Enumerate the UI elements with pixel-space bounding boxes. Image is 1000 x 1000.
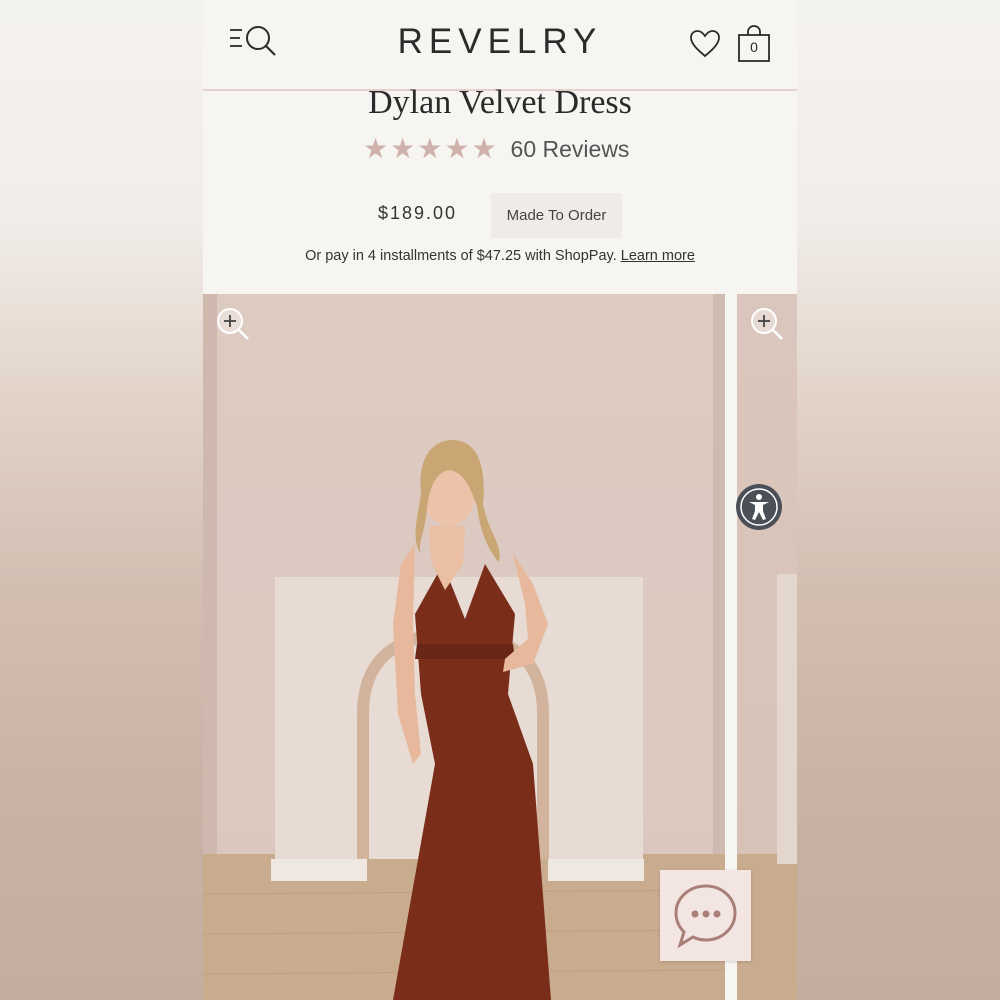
accessibility-button[interactable]	[736, 484, 782, 530]
rating-stars: ★ ★ ★ ★ ★	[363, 135, 497, 163]
brand-logo[interactable]: REVELRY	[343, 22, 657, 62]
product-price: $189.00	[378, 203, 458, 223]
reviews-link[interactable]: 60 Reviews	[511, 136, 630, 163]
made-to-order-badge: Made To Order	[491, 193, 622, 238]
star-icon: ★	[471, 133, 497, 164]
zoom-in-icon[interactable]	[215, 306, 251, 342]
product-title: Dylan Velvet Dress	[368, 84, 632, 121]
heart-icon[interactable]	[689, 28, 721, 60]
product-rating[interactable]: ★ ★ ★ ★ ★ 60 Reviews	[363, 133, 629, 165]
menu-search-icon[interactable]	[228, 24, 278, 58]
chat-button[interactable]	[660, 870, 751, 961]
mobile-product-page: REVELRY 0 Dylan Velvet Dress ★ ★ ★ ★ ★ 6…	[203, 0, 797, 1000]
product-image-main[interactable]	[203, 294, 725, 1000]
model-photo	[203, 294, 725, 1000]
bag-count: 0	[750, 39, 758, 55]
site-header: REVELRY 0	[203, 0, 797, 91]
installments-note: Or pay in 4 installments of $47.25 with …	[203, 248, 797, 264]
star-icon: ★	[363, 133, 389, 164]
learn-more-link[interactable]: Learn more	[621, 248, 695, 264]
installments-text: Or pay in 4 installments of $47.25 with …	[305, 248, 617, 264]
star-icon: ★	[390, 133, 416, 164]
accessibility-icon	[740, 488, 778, 526]
shopping-bag-button[interactable]: 0	[737, 25, 771, 63]
chat-bubble-icon	[674, 884, 737, 949]
star-icon: ★	[444, 133, 470, 164]
star-icon: ★	[417, 133, 443, 164]
zoom-in-icon[interactable]	[749, 306, 785, 342]
